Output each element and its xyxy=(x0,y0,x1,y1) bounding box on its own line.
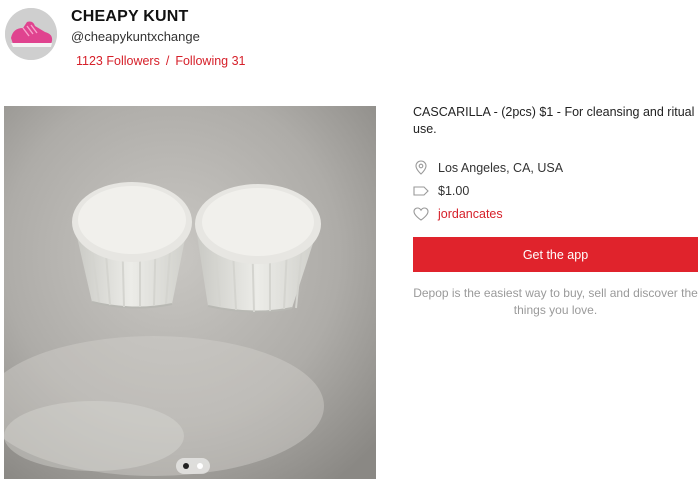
avatar[interactable] xyxy=(5,8,57,60)
follow-stats: 1123 Followers / Following 31 xyxy=(76,54,246,68)
liked-by-username[interactable]: jordancates xyxy=(438,207,503,221)
shop-name: CHEAPY KUNT xyxy=(71,8,189,25)
followers-link[interactable]: 1123 Followers xyxy=(76,54,160,68)
shop-header: CHEAPY KUNT @cheapykuntxchange 1123 Foll… xyxy=(0,0,700,80)
price-tag-icon xyxy=(413,183,429,199)
carousel-dots xyxy=(176,458,210,474)
listing-description: CASCARILLA - (2pcs) $1 - For cleansing a… xyxy=(413,105,695,136)
location-row: Los Angeles, CA, USA xyxy=(413,156,698,179)
listing-meta: Los Angeles, CA, USA $1.00 jordancates xyxy=(413,156,698,225)
shop-handle: @cheapykuntxchange xyxy=(71,29,200,44)
pink-sneaker-icon xyxy=(5,8,57,60)
carousel-dot-2[interactable] xyxy=(197,463,203,469)
heart-icon xyxy=(413,206,429,222)
location-pin-icon xyxy=(413,160,429,176)
price-row: $1.00 xyxy=(413,179,698,202)
depop-tagline: Depop is the easiest way to buy, sell an… xyxy=(413,286,698,317)
listing-details: CASCARILLA - (2pcs) $1 - For cleansing a… xyxy=(413,104,698,319)
cascarilla-cups-image xyxy=(4,106,376,479)
following-link[interactable]: Following 31 xyxy=(175,54,245,68)
product-photo[interactable] xyxy=(4,106,376,479)
liked-by-row: jordancates xyxy=(413,202,698,225)
carousel-dot-1[interactable] xyxy=(183,463,189,469)
get-app-button[interactable]: Get the app xyxy=(413,237,698,272)
price-text: $1.00 xyxy=(438,183,470,198)
location-text: Los Angeles, CA, USA xyxy=(438,160,564,175)
follow-separator: / xyxy=(165,54,170,68)
